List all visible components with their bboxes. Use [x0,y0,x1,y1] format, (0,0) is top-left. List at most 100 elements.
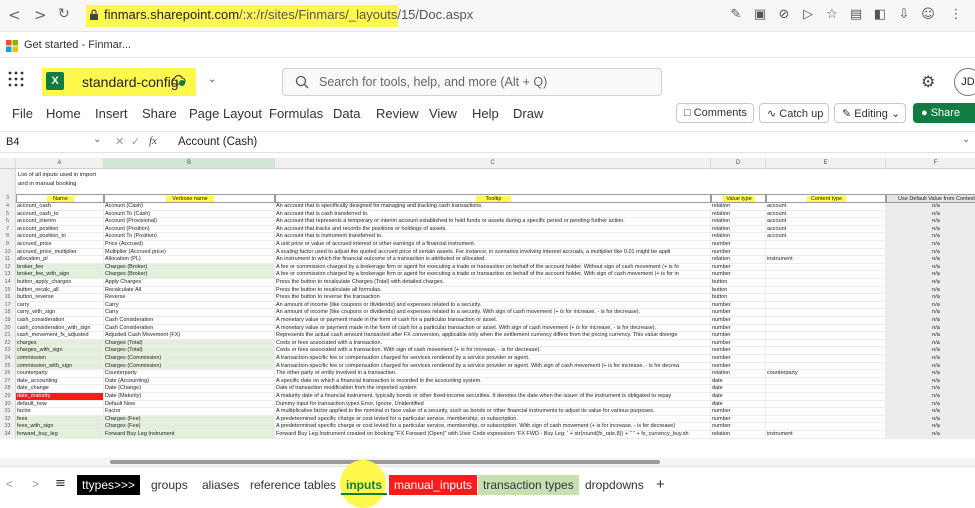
cell-e[interactable] [766,408,886,416]
cell-f[interactable]: n/a [886,225,975,234]
cell-e[interactable] [766,309,886,317]
row-number[interactable]: 16 [0,294,16,302]
cell-b[interactable]: Multiplier (Accrued price) [104,248,275,257]
horizontal-scrollbar[interactable] [0,458,975,466]
cell-d[interactable]: number [711,408,766,416]
cell-e[interactable] [766,339,886,348]
cell-c[interactable]: The other party or entity involved in a … [275,370,711,378]
cell-f[interactable]: n/a [886,339,975,348]
cell-d[interactable]: relation [711,256,766,264]
name-box[interactable]: B4 [6,136,19,148]
cell-e[interactable] [766,393,886,401]
row-number[interactable]: 26 [0,370,16,378]
tab-manual-inputs[interactable]: manual_inputs [389,475,478,495]
col-header-f[interactable]: F [886,158,975,169]
cell-d[interactable]: number [711,263,766,272]
row-number[interactable]: 15 [0,286,16,295]
cell-d[interactable]: number [711,271,766,279]
cell-b[interactable]: Counterparty [104,370,275,378]
cell-f[interactable]: n/a [886,324,975,333]
cell-e[interactable] [766,324,886,333]
cell-e[interactable] [766,294,886,302]
cell-f[interactable]: n/a [886,279,975,287]
cell-c[interactable]: A predetermined specific charge or cost … [275,415,711,424]
cell-d[interactable]: date [711,385,766,393]
cell-a[interactable]: date_maturity [16,393,104,401]
row-number[interactable]: 24 [0,355,16,363]
menu-data[interactable]: Data [333,106,360,121]
tab-aliases[interactable]: aliases [197,475,244,495]
add-sheet-button[interactable]: + [651,475,670,495]
reload-icon[interactable]: ↻ [58,6,70,22]
cell-d[interactable]: button [711,286,766,295]
menu-file[interactable]: File [12,106,33,121]
row-number[interactable]: 7 [0,225,16,234]
row-number[interactable]: 12 [0,263,16,272]
row-number[interactable]: 11 [0,256,16,264]
row-number[interactable]: 22 [0,339,16,348]
tab-reference-tables[interactable]: reference tables [245,475,341,495]
cell-e[interactable]: instrument [766,431,886,439]
cell-a[interactable]: button_reverse [16,294,104,302]
menu-help[interactable]: Help [472,106,499,121]
cell-a[interactable]: carry [16,301,104,310]
cell-b[interactable]: Charges (Commission) [104,355,275,363]
cell-d[interactable]: date [711,377,766,386]
cell-c[interactable]: A fee or commission charged by a brokera… [275,271,711,279]
cell-c[interactable]: A monetary value or payment made in the … [275,324,711,333]
cell-c[interactable]: An account that is specifically designed… [275,203,711,211]
menu-share[interactable]: Share [142,106,177,121]
cell-e[interactable] [766,263,886,272]
next-sheet-icon[interactable]: > [32,477,39,491]
cell-a[interactable]: account_position_to [16,233,104,241]
tab-transaction-types[interactable]: transaction types [478,475,579,495]
row-number[interactable]: 28 [0,385,16,393]
cell-c[interactable]: A transaction-specific fee or compensati… [275,362,711,371]
cell-e[interactable] [766,347,886,355]
menu-review[interactable]: Review [376,106,419,121]
cell-b[interactable]: Date (Accounting) [104,377,275,386]
share-button[interactable]: ● Share [913,103,975,123]
cell-e[interactable]: account [766,218,886,226]
cell-f[interactable]: n/a [886,233,975,241]
cell-d[interactable]: relation [711,210,766,219]
row-number[interactable]: 19 [0,317,16,325]
cell-d[interactable]: number [711,415,766,424]
cell-b[interactable]: Account (Position) [104,225,275,234]
cell-c[interactable]: Costs or fees associated with a transact… [275,347,711,355]
cell-c[interactable]: A transaction-specific fee or compensati… [275,355,711,363]
row-number[interactable]: 14 [0,279,16,287]
cell-d[interactable]: relation [711,218,766,226]
cell-a[interactable]: accrued_price_multiplier [16,248,104,257]
cell-a[interactable]: commission_with_sign [16,362,104,371]
doc-title[interactable]: standard-config [82,74,179,90]
row-number[interactable]: 34 [0,431,16,439]
cell-e[interactable]: account [766,203,886,211]
cell-c[interactable]: Costs or fees associated with a transact… [275,339,711,348]
cell-e[interactable] [766,279,886,287]
cell-e[interactable]: account [766,225,886,234]
cell-c[interactable]: Press the button to recalculate all form… [275,286,711,295]
tab-ttypes[interactable]: ttypes>>> [77,475,141,495]
cell-b[interactable]: Apply Charges [104,279,275,287]
forward-icon[interactable]: > [34,6,47,24]
menu-home[interactable]: Home [46,106,81,121]
cell-d[interactable]: number [711,309,766,317]
cell-f[interactable]: n/a [886,218,975,226]
cell-a[interactable]: date_accounting [16,377,104,386]
cell-c[interactable]: Dummy input for transaction types Error,… [275,400,711,409]
cell-c[interactable]: A monetary value or payment made in the … [275,317,711,325]
cell-d[interactable]: number [711,301,766,310]
cell-c[interactable]: Represents the actual cash amount transa… [275,332,711,340]
cell-e[interactable] [766,248,886,257]
cell-b[interactable]: Charges (Fee) [104,415,275,424]
comments-button[interactable]: □ Comments [676,103,754,123]
media-icon[interactable]: ◧ [872,7,888,23]
cell-d[interactable]: number [711,241,766,249]
row-number[interactable]: 5 [0,210,16,219]
cell-c[interactable]: An account that is cash transferred to. [275,210,711,219]
cell-b[interactable]: Charges (Fee) [104,423,275,431]
cell-c[interactable]: An amount of income (like coupons or div… [275,301,711,310]
row-number[interactable]: 4 [0,203,16,211]
edit-icon[interactable]: ✎ [728,7,744,23]
